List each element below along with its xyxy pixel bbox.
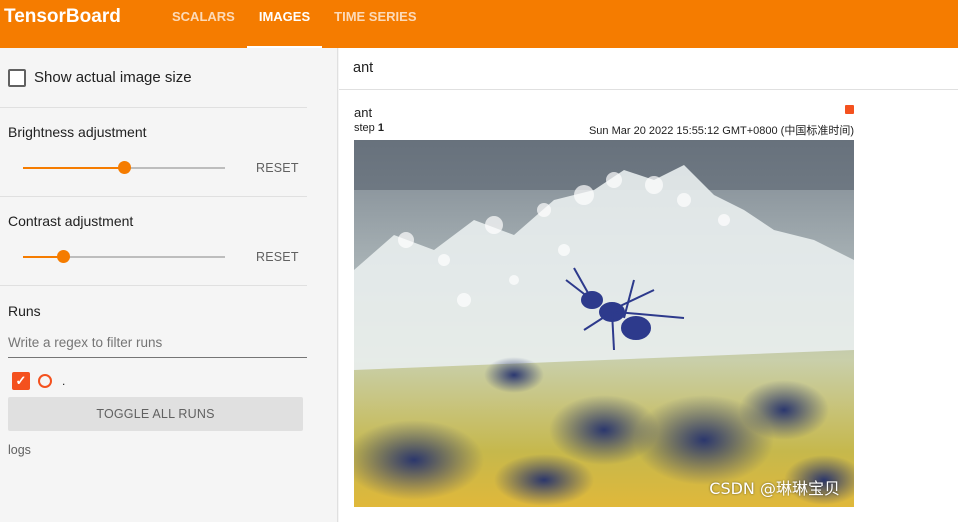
- step-label: step: [354, 122, 375, 134]
- tab-scalars[interactable]: SCALARS: [160, 0, 247, 48]
- show-actual-size-toggle[interactable]: Show actual image size: [0, 48, 307, 107]
- show-actual-size-label: Show actual image size: [34, 69, 192, 86]
- run-checkbox[interactable]: ✓: [12, 372, 30, 390]
- brightness-slider-thumb[interactable]: [118, 161, 131, 174]
- contrast-reset-button[interactable]: RESET: [256, 250, 299, 264]
- brightness-section: Brightness adjustment RESET: [0, 108, 307, 197]
- contrast-slider-thumb[interactable]: [57, 250, 71, 263]
- dashboard-tabs: SCALARS IMAGES TIME SERIES: [160, 0, 429, 48]
- contrast-label: Contrast adjustment: [8, 213, 134, 229]
- top-app-bar: TensorBoard SCALARS IMAGES TIME SERIES: [0, 0, 958, 48]
- runs-section: Runs Write a regex to filter runs ✓ . TO…: [0, 286, 337, 457]
- show-actual-size-section: Show actual image size: [0, 48, 307, 108]
- tag-filter-header[interactable]: ant: [339, 48, 958, 90]
- run-filter-input[interactable]: Write a regex to filter runs: [8, 335, 307, 358]
- card-title: ant: [354, 105, 373, 120]
- tab-time-series[interactable]: TIME SERIES: [322, 0, 428, 48]
- brightness-slider[interactable]: [23, 161, 225, 174]
- card-menu-icon[interactable]: [845, 105, 854, 114]
- sidebar: Show actual image size Brightness adjust…: [0, 48, 338, 522]
- run-item[interactable]: ✓ .: [0, 371, 337, 391]
- main-panel: ant ant step 1 Sun Mar 20 2022 15:55:12 …: [339, 48, 958, 522]
- logdir-label: logs: [8, 443, 31, 457]
- ant-image: [354, 140, 854, 507]
- run-color-icon[interactable]: [38, 374, 52, 388]
- contrast-section: Contrast adjustment RESET: [0, 197, 307, 286]
- image-card: ant step 1 Sun Mar 20 2022 15:55:12 GMT+…: [354, 105, 854, 507]
- card-timestamp: Sun Mar 20 2022 15:55:12 GMT+0800 (中国标准时…: [588, 125, 854, 137]
- toggle-all-runs-button[interactable]: TOGGLE ALL RUNS: [8, 397, 303, 431]
- image-display[interactable]: CSDN @琳琳宝贝: [354, 140, 854, 507]
- brightness-slider-fill: [23, 167, 124, 169]
- brightness-reset-button[interactable]: RESET: [256, 161, 299, 175]
- show-actual-size-checkbox[interactable]: [8, 68, 26, 87]
- step-value: 1: [377, 122, 384, 134]
- runs-title: Runs: [8, 303, 41, 319]
- run-name: .: [62, 374, 66, 388]
- brightness-label: Brightness adjustment: [8, 124, 147, 140]
- contrast-slider[interactable]: [23, 250, 225, 263]
- app-title: TensorBoard: [4, 6, 121, 27]
- card-meta: step 1 Sun Mar 20 2022 15:55:12 GMT+0800…: [354, 122, 854, 138]
- watermark: CSDN @琳琳宝贝: [709, 479, 840, 498]
- tab-images[interactable]: IMAGES: [246, 0, 323, 48]
- step-indicator: step 1: [354, 122, 384, 138]
